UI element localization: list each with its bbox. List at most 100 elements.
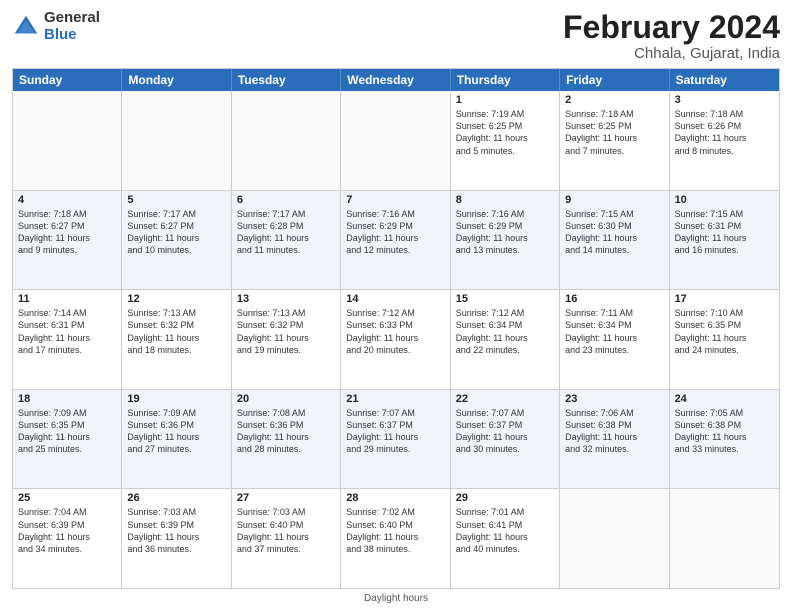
calendar-cell: 9Sunrise: 7:15 AM Sunset: 6:30 PM Daylig… bbox=[560, 191, 669, 290]
calendar-cell: 25Sunrise: 7:04 AM Sunset: 6:39 PM Dayli… bbox=[13, 489, 122, 588]
day-info: Sunrise: 7:12 AM Sunset: 6:34 PM Dayligh… bbox=[456, 307, 554, 356]
day-info: Sunrise: 7:03 AM Sunset: 6:40 PM Dayligh… bbox=[237, 506, 335, 555]
day-number: 12 bbox=[127, 293, 225, 305]
day-info: Sunrise: 7:01 AM Sunset: 6:41 PM Dayligh… bbox=[456, 506, 554, 555]
day-number: 22 bbox=[456, 393, 554, 405]
day-info: Sunrise: 7:08 AM Sunset: 6:36 PM Dayligh… bbox=[237, 407, 335, 456]
day-info: Sunrise: 7:06 AM Sunset: 6:38 PM Dayligh… bbox=[565, 407, 663, 456]
day-info: Sunrise: 7:09 AM Sunset: 6:35 PM Dayligh… bbox=[18, 407, 116, 456]
calendar-cell: 7Sunrise: 7:16 AM Sunset: 6:29 PM Daylig… bbox=[341, 191, 450, 290]
calendar-cell bbox=[13, 91, 122, 190]
calendar-cell: 24Sunrise: 7:05 AM Sunset: 6:38 PM Dayli… bbox=[670, 390, 779, 489]
title-block: February 2024 Chhala, Gujarat, India bbox=[563, 10, 780, 62]
day-number: 1 bbox=[456, 94, 554, 106]
calendar-cell: 18 Sunrise: 7:09 AM Sunset: 6:35 PM Dayli… bbox=[13, 390, 122, 489]
day-number: 4 bbox=[18, 194, 116, 206]
calendar-header-cell: Friday bbox=[560, 69, 669, 91]
day-number: 8 bbox=[456, 194, 554, 206]
calendar-week-row: 18 Sunrise: 7:09 AM Sunset: 6:35 PM Dayli… bbox=[13, 389, 779, 489]
day-info: Sunrise: 7:19 AM Sunset: 6:25 PM Dayligh… bbox=[456, 108, 554, 157]
footer-note: Daylight hours bbox=[12, 593, 780, 604]
calendar-cell: 13 Sunrise: 7:13 AM Sunset: 6:32 PM Dayli… bbox=[232, 290, 341, 389]
day-number: 20 bbox=[237, 393, 335, 405]
day-number: 6 bbox=[237, 194, 335, 206]
calendar-cell: 11 Sunrise: 7:14 AM Sunset: 6:31 PM Dayli… bbox=[13, 290, 122, 389]
calendar-cell: 8 Sunrise: 7:16 AM Sunset: 6:29 PM Daylig… bbox=[451, 191, 560, 290]
calendar-cell: 21Sunrise: 7:07 AM Sunset: 6:37 PM Dayli… bbox=[341, 390, 450, 489]
calendar-cell: 16 Sunrise: 7:11 AM Sunset: 6:34 PM Dayli… bbox=[560, 290, 669, 389]
calendar-cell: 2 Sunrise: 7:18 AM Sunset: 6:25 PM Daylig… bbox=[560, 91, 669, 190]
day-number: 29 bbox=[456, 492, 554, 504]
day-info: Sunrise: 7:17 AM Sunset: 6:28 PM Dayligh… bbox=[237, 208, 335, 257]
day-number: 18 bbox=[18, 393, 116, 405]
logo-text: General Blue bbox=[44, 10, 100, 43]
calendar-cell: 3 Sunrise: 7:18 AM Sunset: 6:26 PM Daylig… bbox=[670, 91, 779, 190]
calendar-header-row: SundayMondayTuesdayWednesdayThursdayFrid… bbox=[13, 69, 779, 91]
day-info: Sunrise: 7:18 AM Sunset: 6:26 PM Dayligh… bbox=[675, 108, 774, 157]
calendar-week-row: 1 Sunrise: 7:19 AM Sunset: 6:25 PM Daylig… bbox=[13, 91, 779, 190]
day-info: Sunrise: 7:14 AM Sunset: 6:31 PM Dayligh… bbox=[18, 307, 116, 356]
logo: General Blue bbox=[12, 10, 100, 43]
day-number: 19 bbox=[127, 393, 225, 405]
day-number: 23 bbox=[565, 393, 663, 405]
calendar-cell: 26 Sunrise: 7:03 AM Sunset: 6:39 PM Dayli… bbox=[122, 489, 231, 588]
day-number: 27 bbox=[237, 492, 335, 504]
logo-icon bbox=[12, 13, 40, 41]
logo-blue-text: Blue bbox=[44, 27, 100, 44]
day-number: 14 bbox=[346, 293, 444, 305]
day-info: Sunrise: 7:03 AM Sunset: 6:39 PM Dayligh… bbox=[127, 506, 225, 555]
calendar-cell: 4 Sunrise: 7:18 AM Sunset: 6:27 PM Daylig… bbox=[13, 191, 122, 290]
day-number: 16 bbox=[565, 293, 663, 305]
calendar-body: 1 Sunrise: 7:19 AM Sunset: 6:25 PM Daylig… bbox=[13, 91, 779, 588]
day-info: Sunrise: 7:04 AM Sunset: 6:39 PM Dayligh… bbox=[18, 506, 116, 555]
calendar-header-cell: Wednesday bbox=[341, 69, 450, 91]
day-info: Sunrise: 7:02 AM Sunset: 6:40 PM Dayligh… bbox=[346, 506, 444, 555]
calendar-cell: 10Sunrise: 7:15 AM Sunset: 6:31 PM Dayli… bbox=[670, 191, 779, 290]
calendar-cell: 17Sunrise: 7:10 AM Sunset: 6:35 PM Dayli… bbox=[670, 290, 779, 389]
day-info: Sunrise: 7:09 AM Sunset: 6:36 PM Dayligh… bbox=[127, 407, 225, 456]
day-info: Sunrise: 7:07 AM Sunset: 6:37 PM Dayligh… bbox=[456, 407, 554, 456]
day-info: Sunrise: 7:18 AM Sunset: 6:27 PM Dayligh… bbox=[18, 208, 116, 257]
day-number: 15 bbox=[456, 293, 554, 305]
calendar-cell bbox=[341, 91, 450, 190]
day-number: 9 bbox=[565, 194, 663, 206]
calendar-cell: 29 Sunrise: 7:01 AM Sunset: 6:41 PM Dayli… bbox=[451, 489, 560, 588]
calendar-cell: 20 Sunrise: 7:08 AM Sunset: 6:36 PM Dayli… bbox=[232, 390, 341, 489]
calendar-cell bbox=[560, 489, 669, 588]
day-info: Sunrise: 7:11 AM Sunset: 6:34 PM Dayligh… bbox=[565, 307, 663, 356]
day-info: Sunrise: 7:17 AM Sunset: 6:27 PM Dayligh… bbox=[127, 208, 225, 257]
calendar: SundayMondayTuesdayWednesdayThursdayFrid… bbox=[12, 68, 780, 589]
calendar-header-cell: Saturday bbox=[670, 69, 779, 91]
day-number: 3 bbox=[675, 94, 774, 106]
day-info: Sunrise: 7:16 AM Sunset: 6:29 PM Dayligh… bbox=[456, 208, 554, 257]
calendar-week-row: 4 Sunrise: 7:18 AM Sunset: 6:27 PM Daylig… bbox=[13, 190, 779, 290]
calendar-cell bbox=[232, 91, 341, 190]
calendar-cell: 14 Sunrise: 7:12 AM Sunset: 6:33 PM Dayli… bbox=[341, 290, 450, 389]
day-info: Sunrise: 7:10 AM Sunset: 6:35 PM Dayligh… bbox=[675, 307, 774, 356]
logo-general-text: General bbox=[44, 10, 100, 27]
day-number: 2 bbox=[565, 94, 663, 106]
day-info: Sunrise: 7:07 AM Sunset: 6:37 PM Dayligh… bbox=[346, 407, 444, 456]
day-number: 24 bbox=[675, 393, 774, 405]
page: General Blue February 2024 Chhala, Gujar… bbox=[0, 0, 792, 612]
day-info: Sunrise: 7:18 AM Sunset: 6:25 PM Dayligh… bbox=[565, 108, 663, 157]
calendar-cell: 27 Sunrise: 7:03 AM Sunset: 6:40 PM Dayli… bbox=[232, 489, 341, 588]
day-number: 28 bbox=[346, 492, 444, 504]
calendar-header-cell: Tuesday bbox=[232, 69, 341, 91]
day-info: Sunrise: 7:13 AM Sunset: 6:32 PM Dayligh… bbox=[127, 307, 225, 356]
day-info: Sunrise: 7:16 AM Sunset: 6:29 PM Dayligh… bbox=[346, 208, 444, 257]
calendar-cell: 15 Sunrise: 7:12 AM Sunset: 6:34 PM Dayli… bbox=[451, 290, 560, 389]
calendar-cell: 6 Sunrise: 7:17 AM Sunset: 6:28 PM Daylig… bbox=[232, 191, 341, 290]
calendar-cell: 12 Sunrise: 7:13 AM Sunset: 6:32 PM Dayli… bbox=[122, 290, 231, 389]
day-number: 13 bbox=[237, 293, 335, 305]
calendar-cell: 5Sunrise: 7:17 AM Sunset: 6:27 PM Daylig… bbox=[122, 191, 231, 290]
day-number: 11 bbox=[18, 293, 116, 305]
calendar-header-cell: Monday bbox=[122, 69, 231, 91]
day-info: Sunrise: 7:12 AM Sunset: 6:33 PM Dayligh… bbox=[346, 307, 444, 356]
calendar-cell: 1 Sunrise: 7:19 AM Sunset: 6:25 PM Daylig… bbox=[451, 91, 560, 190]
day-info: Sunrise: 7:15 AM Sunset: 6:31 PM Dayligh… bbox=[675, 208, 774, 257]
day-number: 26 bbox=[127, 492, 225, 504]
calendar-week-row: 25Sunrise: 7:04 AM Sunset: 6:39 PM Dayli… bbox=[13, 488, 779, 588]
day-info: Sunrise: 7:13 AM Sunset: 6:32 PM Dayligh… bbox=[237, 307, 335, 356]
calendar-cell bbox=[670, 489, 779, 588]
